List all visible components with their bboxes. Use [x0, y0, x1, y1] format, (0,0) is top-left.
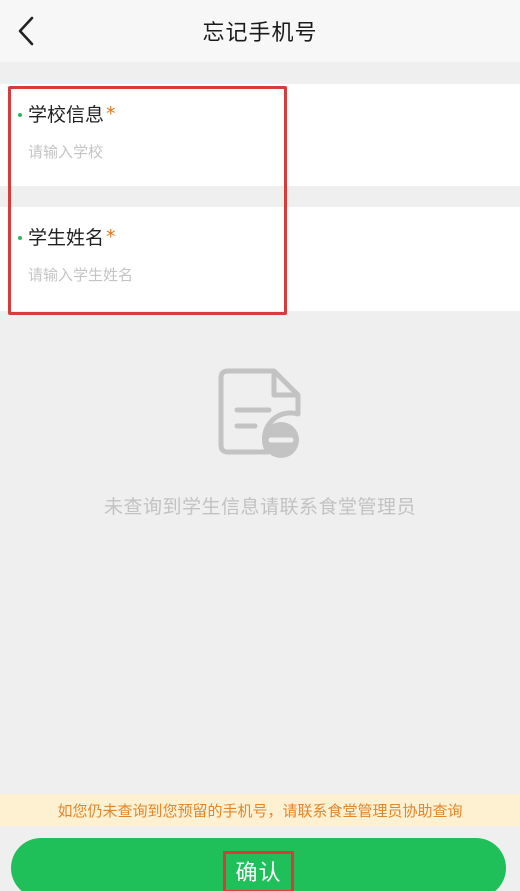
student-name-field-label: 学生姓名 *: [18, 223, 116, 250]
required-mark: *: [106, 225, 116, 248]
student-name-input[interactable]: [28, 263, 488, 287]
header-bar: 忘记手机号: [0, 0, 520, 62]
label-bullet: [18, 235, 22, 240]
confirm-button-label: 确认: [223, 851, 294, 891]
required-mark: *: [106, 102, 116, 125]
label-bullet: [18, 112, 22, 117]
forgot-phone-screen: 忘记手机号 学校信息 * 学生姓名 * 未查询到学生信息请联系食堂管理员 如您仍…: [0, 0, 520, 891]
school-input[interactable]: [28, 140, 488, 164]
school-label-text: 学校信息: [28, 104, 105, 126]
page-title: 忘记手机号: [202, 21, 318, 46]
school-field-card: 学校信息 *: [0, 84, 520, 186]
notice-banner: 如您仍未查询到您预留的手机号，请联系食堂管理员协助查询: [0, 794, 520, 826]
school-field-label: 学校信息 *: [18, 100, 116, 127]
student-name-field-card: 学生姓名 *: [0, 207, 520, 311]
document-minus-icon: [218, 368, 301, 458]
confirm-button[interactable]: 确认: [11, 838, 506, 891]
empty-state-message: 未查询到学生信息请联系食堂管理员: [103, 496, 416, 518]
student-name-label-text: 学生姓名: [28, 227, 105, 249]
chevron-left-icon: [18, 16, 34, 46]
back-button[interactable]: [8, 12, 44, 50]
